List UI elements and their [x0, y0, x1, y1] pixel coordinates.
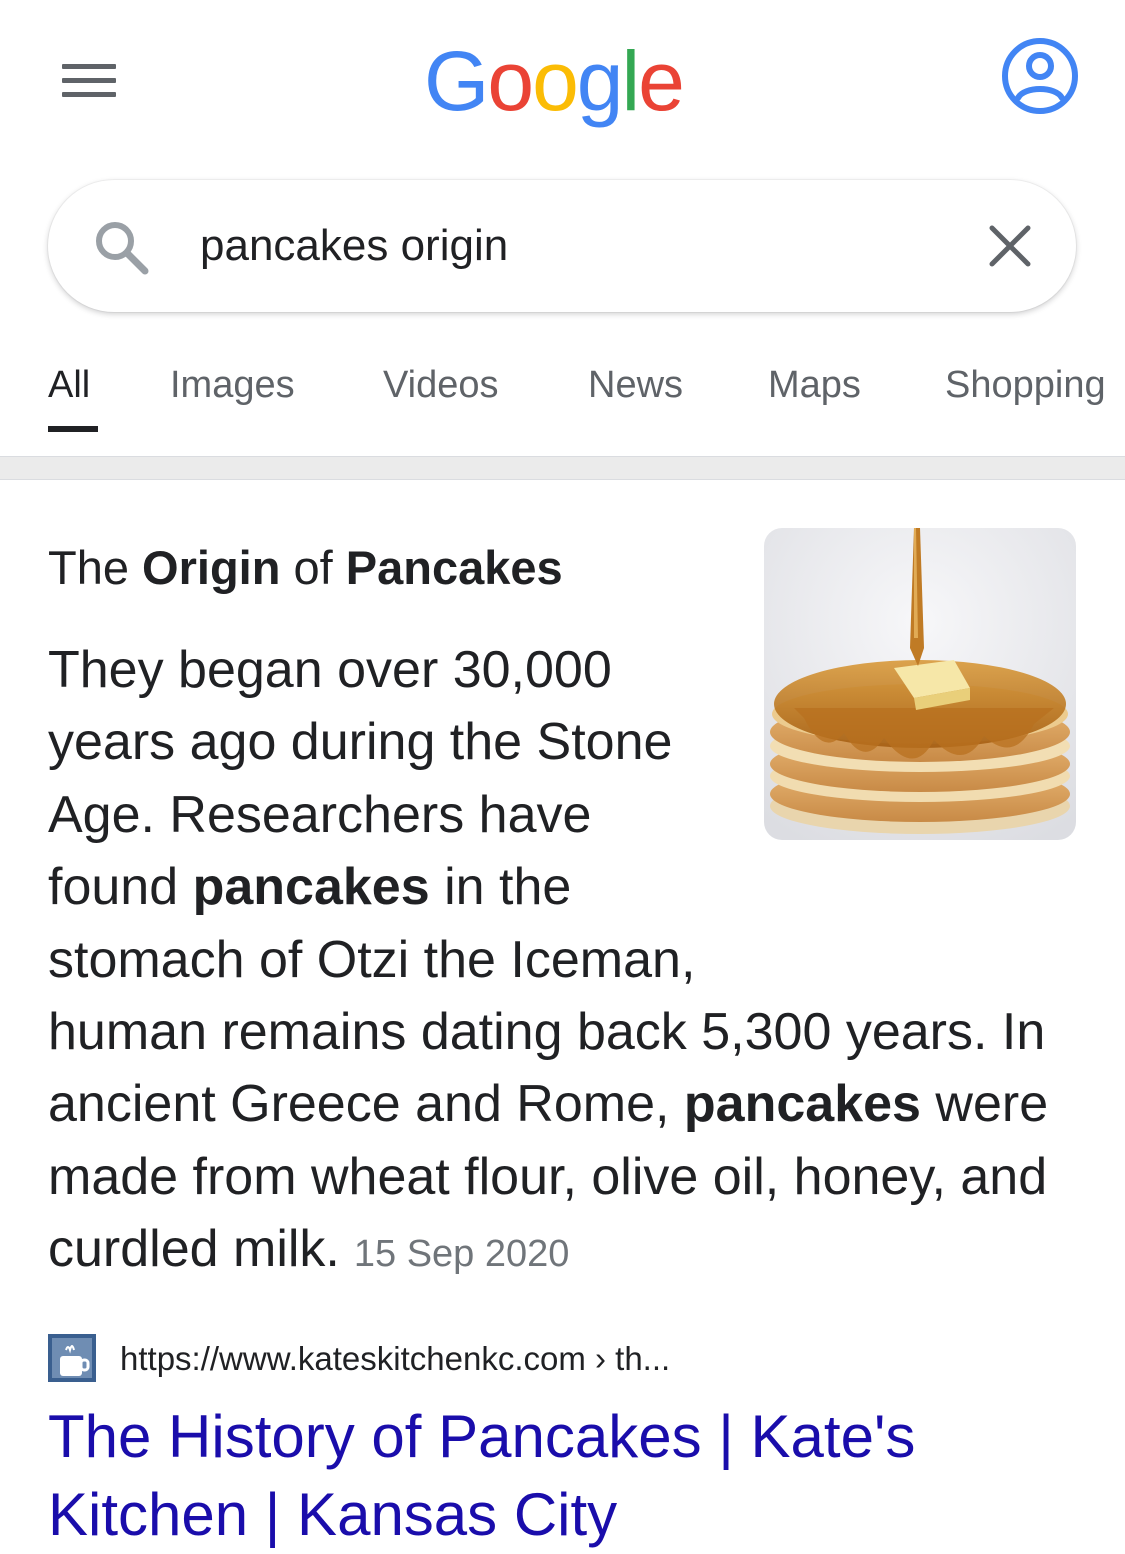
top-bar: Google: [0, 0, 1125, 160]
active-tab-indicator: [48, 426, 98, 432]
search-box[interactable]: [48, 180, 1076, 312]
result-url[interactable]: https://www.kateskitchenkc.com › th...: [120, 1336, 670, 1382]
search-icon[interactable]: [92, 218, 152, 278]
site-favicon-icon: [48, 1334, 96, 1382]
tab-videos[interactable]: Videos: [383, 364, 499, 407]
snippet-title: The Origin of Pancakes: [48, 541, 563, 594]
divider: [0, 456, 1125, 480]
search-input[interactable]: [200, 206, 960, 286]
tab-shopping[interactable]: Shopping: [945, 364, 1106, 407]
tab-images[interactable]: Images: [170, 364, 295, 407]
clear-search-icon[interactable]: [984, 220, 1036, 272]
account-icon[interactable]: [1000, 36, 1080, 116]
google-logo[interactable]: Google: [424, 26, 704, 136]
tab-all[interactable]: All: [48, 364, 90, 407]
snippet-date: 15 Sep 2020: [353, 1233, 570, 1276]
snippet-text: They began over 30,000 years ago during …: [48, 641, 1049, 1279]
tab-news[interactable]: News: [588, 364, 683, 407]
tab-maps[interactable]: Maps: [768, 364, 861, 407]
search-tabs: All Images Videos News Maps Shopping: [0, 340, 1125, 456]
hamburger-menu-icon[interactable]: [56, 56, 122, 106]
result-title-link[interactable]: The History of Pancakes | Kate's Kitchen…: [48, 1398, 1048, 1554]
